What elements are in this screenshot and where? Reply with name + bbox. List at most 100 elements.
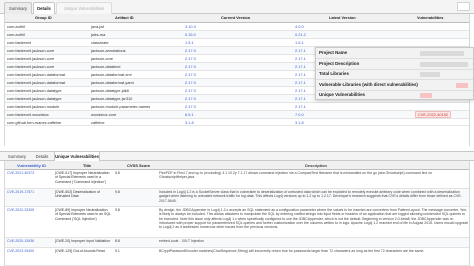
table-row: com.github.ben-manes.caffeine caffeine 3…	[5, 119, 469, 126]
vulnerabilities-table: Vulnerability ID Title CVSS Score Descri…	[4, 161, 470, 266]
group-id-cell: com.fasterxml.jackson.dataformat	[7, 80, 66, 85]
column-header-vulnerability-id[interactable]: Vulnerability ID	[17, 162, 61, 170]
vulnerability-description: By design, the JDBCAppender in Log4j 1.2…	[159, 208, 469, 230]
latest-version-link[interactable]: 4.0.0	[295, 23, 355, 30]
current-version-link[interactable]: 2.17.0	[185, 103, 281, 110]
column-header-latest-version[interactable]: Latest Version	[329, 14, 389, 22]
artifact-id-cell: jackson-datatype-jsr310	[91, 96, 133, 101]
current-version-link[interactable]: 0.15.0	[185, 31, 281, 38]
column-header-group-id[interactable]: Group ID	[35, 14, 115, 22]
artifact-id-cell: jackson-databind	[91, 64, 121, 69]
table-row: CVE-2023-29400 [CWE-125] Out-of-bounds R…	[5, 248, 469, 266]
artifact-id-cell: jackson-datatype-jdk8	[91, 88, 129, 93]
cve-link[interactable]: CVE-2023-29400	[7, 249, 51, 253]
vulnerability-link[interactable]: CVE-2022-40152	[415, 111, 469, 118]
group-id-cell: com.github.ben-manes.caffeine	[7, 120, 62, 125]
column-header-cvss-score[interactable]: CVSS Score	[127, 162, 167, 170]
group-id-cell: com.fasterxml.woodstox	[7, 112, 49, 117]
tab-summary[interactable]: Summary	[4, 152, 30, 161]
artifact-id-cell: jackson-dataformat-xml	[91, 72, 132, 77]
group-id-cell: com.fasterxml.jackson.dataformat	[7, 72, 66, 77]
group-id-cell: com.fasterxml.jackson.datatype	[7, 88, 62, 93]
vulnerability-description: FlexPDF in Flexi 7 and up to (excluding)…	[159, 171, 433, 180]
vulnerability-badge[interactable]: CVE-2022-40152	[415, 111, 452, 118]
cve-link[interactable]: CVE-2021-40373	[7, 171, 51, 175]
cvss-score: 9.8	[115, 208, 120, 212]
current-version-link[interactable]: 2.17.0	[185, 47, 281, 54]
latest-version-link[interactable]: 2.17.1	[295, 103, 355, 110]
current-version-link[interactable]: 1.5.1	[185, 39, 281, 46]
cve-link[interactable]: CVE-2022-23305	[7, 208, 51, 212]
artifact-id-cell: jackson-dataformat-yaml	[91, 80, 134, 85]
table-row: CVE-2022-23305 [CWE-89] Improper Neutral…	[5, 207, 469, 238]
group-id-cell: com.fasterxml.jackson.core	[7, 56, 55, 61]
column-header-current-version[interactable]: Current Version	[221, 14, 317, 22]
current-version-link[interactable]: 6.5.1	[185, 111, 281, 118]
table-header: Vulnerability ID Title CVSS Score Descri…	[5, 161, 469, 170]
current-version-link[interactable]: 3.1.8	[185, 119, 281, 126]
artifact-id-cell: java-jwt	[91, 24, 105, 29]
artifact-id-cell: classmate	[91, 40, 109, 45]
cve-link[interactable]: CVE-2020-13936	[7, 239, 51, 243]
artifact-id-cell: jackson-module-parameter-names	[91, 104, 151, 109]
group-id-cell: com.fasterxml.jackson.core	[7, 64, 55, 69]
summary-label: Total Libraries	[319, 71, 349, 76]
summary-label: Project Name	[319, 50, 348, 55]
cvss-score: 9.8	[115, 171, 120, 175]
table-row: com.fasterxml.woodstox woodstox-core 6.5…	[5, 111, 469, 119]
current-version-link[interactable]: 2.17.0	[185, 63, 281, 70]
table-row: com.fasterxml.jackson.module jackson-mod…	[5, 103, 469, 111]
current-version-link[interactable]: 2.17.0	[185, 95, 281, 102]
vulnerability-title: [CWE-20] Improper Input Validation	[55, 239, 110, 243]
current-version-link[interactable]: 2.17.0	[185, 55, 281, 62]
cve-link[interactable]: CVE-2019-17571	[7, 190, 51, 194]
vulnerability-title: [CWE-502] Deserialization of Untrusted D…	[55, 190, 100, 199]
cvss-score: 9.1	[115, 249, 120, 253]
tab-unique-vulnerabilities[interactable]: Unique Vulnerabilities	[54, 151, 100, 161]
table-row: CVE-2020-13936 [CWE-20] Improper Input V…	[5, 238, 469, 248]
corner-control[interactable]	[457, 2, 470, 11]
vulnerability-description: BCryptPasswordEncoder.matches(CharSequen…	[159, 249, 425, 253]
current-version-link[interactable]: 3.10.3	[185, 23, 281, 30]
vulnerability-description: embed-code - XXLT Injection	[159, 239, 205, 243]
artifact-id-cell: caffeine	[91, 120, 105, 125]
artifact-id-cell: jwks-rsa	[91, 32, 106, 37]
summary-panel: Project Name Project Description Total L…	[315, 47, 474, 100]
column-header-description[interactable]: Description	[305, 162, 469, 170]
current-version-link[interactable]: 2.17.0	[185, 79, 281, 86]
current-version-link[interactable]: 2.17.0	[185, 87, 281, 94]
vulnerability-title: [CWE-125] Out-of-bounds Read	[55, 249, 105, 253]
table-row: com.auth0 jwks-rsa 0.15.0 0.21.2	[5, 31, 469, 39]
current-version-link[interactable]: 2.17.0	[185, 71, 281, 78]
group-id-cell: com.auth0	[7, 32, 26, 37]
latest-version-link[interactable]: 1.5.1	[295, 39, 355, 46]
table-row: CVE-2021-40373 [CWE-917] Improper Neutra…	[5, 170, 469, 189]
table-header: Group ID Artifact ID Current Version Lat…	[5, 14, 469, 23]
redacted-value	[420, 72, 440, 77]
vulnerability-description: Included in Log4j 1.2 is a SocketServer …	[159, 190, 462, 203]
tab-summary[interactable]: Summary	[4, 2, 32, 14]
redacted-value	[456, 82, 468, 88]
redacted-value	[420, 51, 464, 56]
column-header-vulnerabilities[interactable]: Vulnerabilities	[417, 14, 469, 22]
latest-version-link[interactable]: 3.1.8	[295, 119, 355, 126]
tab-unique-vulnerabilities[interactable]: Unique Vulnerabilities	[56, 2, 112, 14]
summary-label: Unique Vulnerabilities	[319, 92, 365, 97]
group-id-cell: com.auth0	[7, 24, 26, 29]
summary-label: Vulnerable Libraries (with direct vulner…	[319, 81, 418, 87]
bottom-tab-bar: Summary Details Unique Vulnerabilities	[0, 151, 474, 161]
redacted-value	[420, 93, 432, 98]
latest-version-link[interactable]: 7.0.0	[295, 111, 355, 118]
latest-version-link[interactable]: 0.21.2	[295, 31, 355, 38]
table-row: com.auth0 java-jwt 3.10.3 4.0.0	[5, 23, 469, 31]
group-id-cell: com.fasterxml.jackson.module	[7, 104, 60, 109]
column-header-artifact-id[interactable]: Artifact ID	[115, 14, 207, 22]
group-id-cell: com.fasterxml.jackson.core	[7, 48, 55, 53]
summary-label: Project Description	[319, 60, 360, 66]
tab-details[interactable]: Details	[31, 152, 53, 161]
redacted-value	[420, 61, 468, 67]
summary-row-unique-vulnerabilities: Unique Vulnerabilities	[316, 90, 473, 101]
cvss-score: 8.8	[115, 239, 120, 243]
vulnerability-title: [CWE-89] Improper Neutralization of Spec…	[55, 208, 111, 221]
cvss-score: 9.8	[115, 190, 120, 194]
